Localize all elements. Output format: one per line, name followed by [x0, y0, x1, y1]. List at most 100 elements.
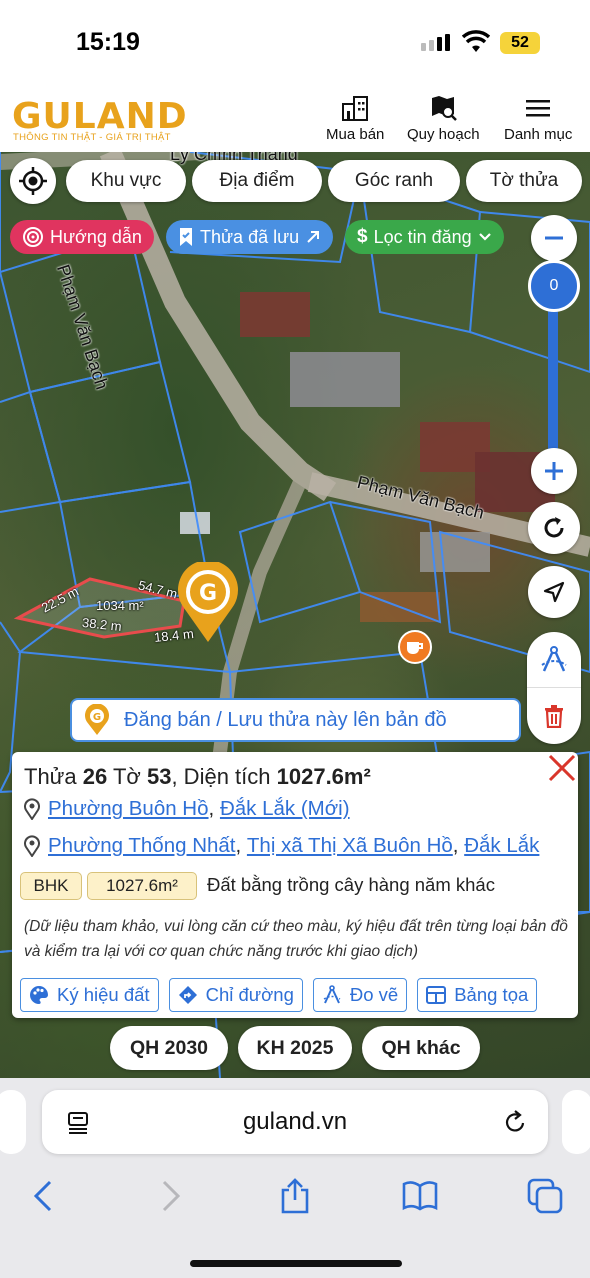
url-text: guland.vn: [242, 1108, 348, 1135]
area-label: , Diện tích: [171, 764, 271, 789]
nav-label: Quy hoạch: [407, 126, 480, 143]
status-bar: 15:19 52: [0, 0, 590, 80]
trash-icon: [545, 705, 563, 728]
refresh-icon: [544, 517, 564, 538]
app-header: GULAND THÔNG TIN THẬT - GIÁ TRỊ THẬT Mua…: [0, 80, 590, 152]
action-label: Bảng tọa: [454, 984, 529, 1005]
zoom-out-button[interactable]: [531, 215, 577, 261]
guland-logo[interactable]: GULAND: [12, 96, 188, 137]
locate-me-button[interactable]: [10, 158, 56, 204]
post-plot-label: Đăng bán / Lưu thửa này lên bản đồ: [124, 708, 447, 731]
guland-pin-icon: G: [85, 704, 109, 735]
location-marker-icon: [24, 835, 40, 857]
navigate-button[interactable]: [528, 566, 580, 618]
action-label: Chỉ đường: [205, 984, 294, 1005]
chevron-down-icon: [478, 233, 491, 241]
table-icon: [426, 986, 447, 1004]
compass-draw-icon: [323, 985, 341, 1004]
directions-icon: [178, 986, 197, 1004]
action-label: Đo vẽ: [349, 984, 399, 1005]
land-code-badge: BHK: [20, 872, 82, 900]
minus-icon: [545, 236, 563, 240]
location-pin-icon[interactable]: G: [176, 562, 240, 644]
province-link[interactable]: Đắk Lắk: [464, 834, 539, 858]
nav-mua-ban[interactable]: Mua bán: [326, 94, 384, 143]
zoom-slider-handle[interactable]: 0: [528, 260, 580, 312]
land-area-badge: 1027.6m²: [87, 872, 197, 900]
dollar-icon: $: [357, 226, 368, 247]
location-marker-icon: [24, 798, 40, 820]
svg-text:G: G: [199, 581, 217, 606]
action-label: Ký hiệu đất: [57, 984, 150, 1005]
ward-link[interactable]: Phường Thống Nhất: [48, 834, 236, 858]
ward-link[interactable]: Phường Buôn Hồ: [48, 797, 209, 821]
post-plot-button[interactable]: G Đăng bán / Lưu thửa này lên bản đồ: [70, 698, 521, 742]
next-tab[interactable]: [562, 1090, 590, 1154]
nav-danh-muc[interactable]: Danh mục: [504, 94, 572, 143]
layer-kh-2025[interactable]: KH 2025: [238, 1026, 352, 1070]
title-prefix: Thửa: [24, 764, 77, 789]
filter-khu-vuc[interactable]: Khu vực: [66, 160, 186, 202]
parcel-info-card: Thửa 26 Tờ 53, Diện tích 1027.6m² Phường…: [12, 752, 578, 1018]
svg-text:G: G: [93, 712, 101, 723]
share-icon[interactable]: [275, 1176, 315, 1216]
location-new: Phường Buôn Hồ, Đắk Lắk (Mới): [24, 797, 350, 821]
forward-icon[interactable]: [150, 1176, 190, 1216]
navigation-arrow-icon: [543, 581, 565, 603]
crosshair-icon: [19, 167, 47, 195]
saved-plots-button[interactable]: Thửa đã lưu: [166, 220, 334, 254]
status-time: 15:19: [76, 28, 140, 56]
guide-label: Hướng dẫn: [50, 226, 142, 247]
bookmarks-icon[interactable]: [400, 1176, 440, 1216]
card-actions: Ký hiệu đất Chỉ đường Đo vẽ Bảng tọa: [20, 978, 538, 1012]
reload-icon[interactable]: [502, 1109, 528, 1135]
filter-to-thua[interactable]: Tờ thửa: [466, 160, 582, 202]
zoom-slider-track[interactable]: [548, 310, 558, 458]
saved-label: Thửa đã lưu: [200, 226, 300, 247]
browser-toolbar: guland.vn: [0, 1078, 590, 1278]
listing-filter-button[interactable]: $ Lọc tin đăng: [345, 220, 504, 254]
refresh-button[interactable]: [528, 502, 580, 554]
tabs-icon[interactable]: [525, 1176, 565, 1216]
province-link[interactable]: Đắk Lắk (Mới): [220, 797, 350, 821]
layer-qh-khac[interactable]: QH khác: [362, 1026, 480, 1070]
land-symbol-button[interactable]: Ký hiệu đất: [20, 978, 159, 1012]
disclaimer-note: (Dữ liệu tham khảo, vui lòng căn cứ theo…: [24, 918, 568, 960]
close-icon[interactable]: [546, 752, 578, 784]
parcel-area-label: 1034 m²: [96, 598, 144, 613]
nav-quy-hoach[interactable]: Quy hoạch: [407, 94, 480, 143]
previous-tab[interactable]: [0, 1090, 26, 1154]
plus-icon: [545, 462, 563, 480]
nav-label: Danh mục: [504, 126, 573, 143]
directions-button[interactable]: Chỉ đường: [168, 978, 303, 1012]
menu-icon: [526, 100, 551, 117]
building-icon: [342, 96, 369, 121]
zoom-in-button[interactable]: [531, 448, 577, 494]
palette-icon: [30, 986, 48, 1004]
layer-qh-2030[interactable]: QH 2030: [110, 1026, 228, 1070]
draw-tools: [527, 632, 581, 744]
nav-label: Mua bán: [326, 126, 385, 143]
back-icon[interactable]: [24, 1176, 64, 1216]
cafe-marker-icon[interactable]: [398, 630, 432, 664]
wifi-icon: [462, 30, 490, 52]
coordinate-table-button[interactable]: Bảng tọa: [417, 978, 538, 1012]
sheet-label: Tờ: [112, 764, 141, 789]
logo-tagline: THÔNG TIN THẬT - GIÁ TRỊ THẬT: [13, 132, 171, 143]
filter-label: Lọc tin đăng: [373, 226, 472, 247]
home-indicator: [190, 1260, 402, 1267]
sheet-number: 53: [146, 764, 172, 789]
signal-icon: [421, 34, 450, 51]
measure-button[interactable]: Đo vẽ: [312, 978, 408, 1012]
guide-button[interactable]: Hướng dẫn: [10, 220, 154, 254]
town-link[interactable]: Thị xã Thị Xã Buôn Hồ: [247, 834, 453, 858]
address-bar[interactable]: guland.vn: [42, 1090, 548, 1154]
bookmark-icon: [180, 228, 192, 246]
filter-dia-diem[interactable]: Địa điểm: [192, 160, 322, 202]
delete-drawing-button[interactable]: [527, 688, 581, 744]
parcel-number: 26: [82, 764, 108, 789]
guide-icon: [23, 227, 43, 247]
measure-tool-button[interactable]: [527, 632, 581, 688]
parcel-area: 1027.6m²: [276, 764, 371, 789]
filter-goc-ranh[interactable]: Góc ranh: [328, 160, 460, 202]
